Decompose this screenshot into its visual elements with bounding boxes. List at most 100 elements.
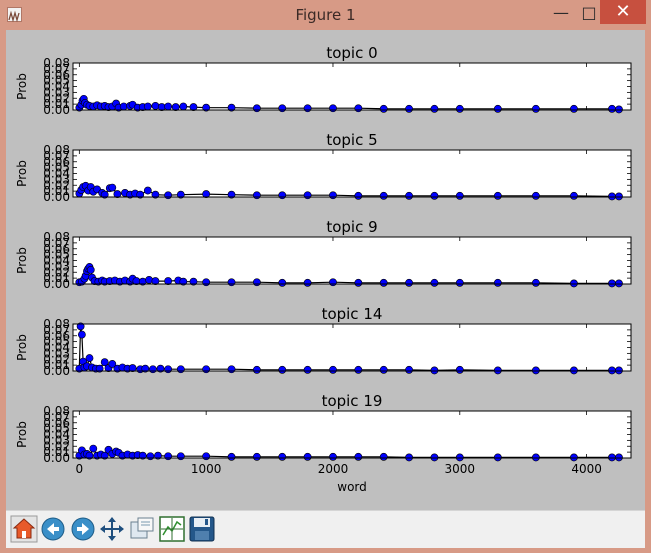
data-point: [379, 452, 388, 461]
axes-background: [73, 237, 631, 284]
data-point: [570, 191, 578, 200]
data-point: [252, 104, 261, 113]
data-point: [455, 278, 464, 287]
zoom-rect-icon: [130, 517, 154, 539]
data-point: [176, 452, 185, 461]
data-point: [176, 365, 185, 374]
save-disk-icon: [189, 516, 215, 542]
data-point: [278, 365, 287, 374]
forward-button[interactable]: [69, 515, 97, 543]
data-point: [531, 366, 540, 375]
data-point: [455, 104, 464, 113]
data-point: [354, 365, 363, 374]
y-axis-label: Prob: [15, 247, 29, 274]
data-point: [531, 104, 540, 113]
close-button[interactable]: ✕: [600, 0, 646, 24]
data-point: [531, 453, 540, 462]
data-point: [430, 278, 439, 287]
subplot-0: topic 0Prob0.000.010.020.030.040.050.060…: [15, 44, 632, 117]
data-point: [278, 278, 287, 287]
data-point: [493, 104, 502, 113]
data-point: [615, 105, 623, 114]
data-point: [430, 453, 439, 462]
data-point: [202, 278, 211, 287]
data-point: [227, 365, 236, 374]
data-point: [77, 330, 86, 339]
data-point: [329, 104, 337, 113]
y-axis-label: Prob: [15, 334, 29, 361]
data-point: [143, 186, 152, 195]
figure-svg: topic 0Prob0.000.010.020.030.040.050.060…: [15, 44, 632, 494]
data-point: [570, 453, 578, 462]
subplot-title: topic 9: [326, 218, 377, 236]
data-point: [354, 278, 363, 287]
subplot-2: topic 9Prob0.000.010.020.030.040.050.060…: [15, 218, 632, 291]
home-icon: [10, 515, 38, 543]
data-point: [303, 104, 312, 113]
data-point: [608, 453, 616, 462]
data-point: [531, 278, 540, 287]
y-axis-label: Prob: [15, 160, 29, 187]
data-point: [608, 366, 616, 375]
navigation-toolbar: [6, 510, 645, 548]
data-point: [108, 183, 117, 192]
data-point: [85, 354, 94, 362]
data-point: [303, 452, 312, 461]
data-point: [145, 275, 153, 284]
data-point: [430, 104, 439, 113]
y-tick-label: 0.08: [43, 56, 70, 70]
data-point: [202, 452, 211, 461]
data-point: [146, 452, 155, 461]
y-tick-label: 0.08: [43, 317, 70, 331]
data-point: [227, 278, 236, 287]
data-point: [164, 452, 173, 461]
x-tick-label: 2000: [318, 462, 349, 476]
data-point: [608, 104, 616, 113]
data-point: [143, 102, 152, 111]
data-point: [608, 192, 616, 201]
save-button[interactable]: [188, 515, 216, 543]
forward-arrow-icon: [71, 517, 95, 541]
zoom-button[interactable]: [128, 515, 156, 543]
data-point: [164, 365, 173, 374]
data-point: [379, 278, 388, 287]
subplot-1: topic 5Prob0.000.010.020.030.040.050.060…: [15, 131, 632, 204]
subplot-title: topic 19: [322, 392, 383, 410]
back-arrow-icon: [41, 517, 65, 541]
pan-button[interactable]: [98, 515, 126, 543]
data-point: [405, 453, 413, 462]
data-point: [405, 365, 413, 374]
data-point: [455, 191, 464, 200]
data-point: [148, 365, 157, 374]
subplots-config-icon: [159, 516, 185, 542]
data-point: [379, 191, 388, 200]
data-point: [354, 191, 363, 200]
data-point: [278, 104, 287, 113]
data-point: [278, 452, 287, 461]
x-tick-label: 4000: [571, 462, 602, 476]
data-point: [252, 278, 261, 287]
data-point: [329, 452, 337, 461]
back-button[interactable]: [39, 515, 67, 543]
home-button[interactable]: [10, 515, 38, 543]
data-point: [493, 191, 502, 200]
subplot-3: topic 14Prob0.000.010.020.030.040.050.06…: [15, 305, 632, 378]
data-point: [89, 444, 98, 453]
data-point: [405, 278, 413, 287]
data-point: [303, 365, 312, 374]
data-point: [531, 191, 540, 200]
data-point: [493, 366, 502, 375]
y-axis-label: Prob: [15, 73, 29, 100]
axes-background: [73, 324, 631, 371]
data-point: [164, 191, 173, 200]
data-point: [329, 191, 337, 200]
data-point: [615, 453, 623, 462]
data-point: [354, 452, 363, 461]
x-tick-label: 3000: [445, 462, 476, 476]
axes-background: [73, 150, 631, 197]
data-point: [227, 452, 236, 461]
data-point: [615, 192, 623, 201]
title-bar: Figure 1 — □ ✕: [0, 0, 651, 30]
data-point: [303, 191, 312, 200]
subplots-button[interactable]: [158, 515, 186, 543]
